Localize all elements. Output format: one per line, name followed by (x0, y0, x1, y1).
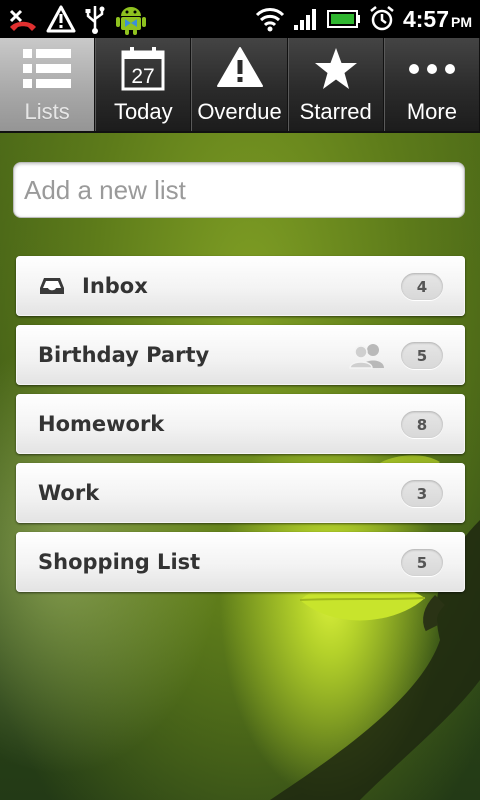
tab-label: Starred (299, 99, 372, 124)
warning-icon (46, 5, 76, 33)
list-count-badge: 8 (401, 411, 443, 438)
status-bar: 4:57 PM (0, 0, 480, 38)
list-count-badge: 5 (401, 342, 443, 369)
status-notifications (8, 0, 148, 38)
lists-container: Inbox 4 Birthday Party 5 Homework 8 Work… (16, 256, 465, 601)
list-item-birthday-party[interactable]: Birthday Party 5 (16, 325, 465, 385)
more-icon (406, 46, 458, 96)
list-name: Homework (38, 412, 165, 436)
list-item-work[interactable]: Work 3 (16, 463, 465, 523)
tab-lists[interactable]: Lists (0, 38, 96, 131)
list-item-homework[interactable]: Homework 8 (16, 394, 465, 454)
list-name: Birthday Party (38, 343, 210, 367)
status-system: 4:57 PM (255, 0, 472, 38)
inbox-icon (38, 276, 66, 296)
tab-bar: Lists 27 Today Overdue Starred More (0, 38, 480, 133)
list-name: Shopping List (38, 550, 201, 574)
tab-label: Today (113, 99, 173, 124)
list-count-badge: 5 (401, 549, 443, 576)
battery-icon (326, 9, 361, 29)
tab-starred[interactable]: Starred (287, 38, 384, 131)
calendar-day-text: 27 (132, 65, 155, 88)
shared-users-icon (349, 343, 387, 373)
list-name: Inbox (82, 274, 148, 298)
clock-time: 4:57 (402, 5, 449, 32)
list-icon (21, 46, 73, 96)
tab-today[interactable]: 27 Today (95, 38, 192, 131)
list-name: Work (38, 481, 100, 505)
tab-label: Overdue (197, 99, 282, 124)
list-item-inbox[interactable]: Inbox 4 (16, 256, 465, 316)
list-count-badge: 4 (401, 273, 443, 300)
usb-icon (84, 4, 106, 34)
warning-icon (216, 46, 264, 94)
android-icon (114, 2, 148, 36)
tab-overdue[interactable]: Overdue (191, 38, 288, 131)
list-item-shopping-list[interactable]: Shopping List 5 (16, 532, 465, 592)
status-clock: 4:57 PM (403, 6, 472, 33)
calendar-icon: 27 (120, 46, 166, 96)
new-list-input[interactable] (13, 162, 465, 218)
tab-more[interactable]: More (383, 38, 480, 131)
missed-call-icon (8, 5, 38, 33)
list-count-badge: 3 (401, 480, 443, 507)
clock-ampm: PM (451, 13, 472, 30)
signal-icon (293, 7, 319, 31)
wifi-icon (255, 6, 285, 32)
tab-label: Lists (24, 99, 70, 124)
star-icon (313, 46, 359, 96)
tab-label: More (406, 99, 457, 124)
alarm-icon (369, 5, 395, 33)
